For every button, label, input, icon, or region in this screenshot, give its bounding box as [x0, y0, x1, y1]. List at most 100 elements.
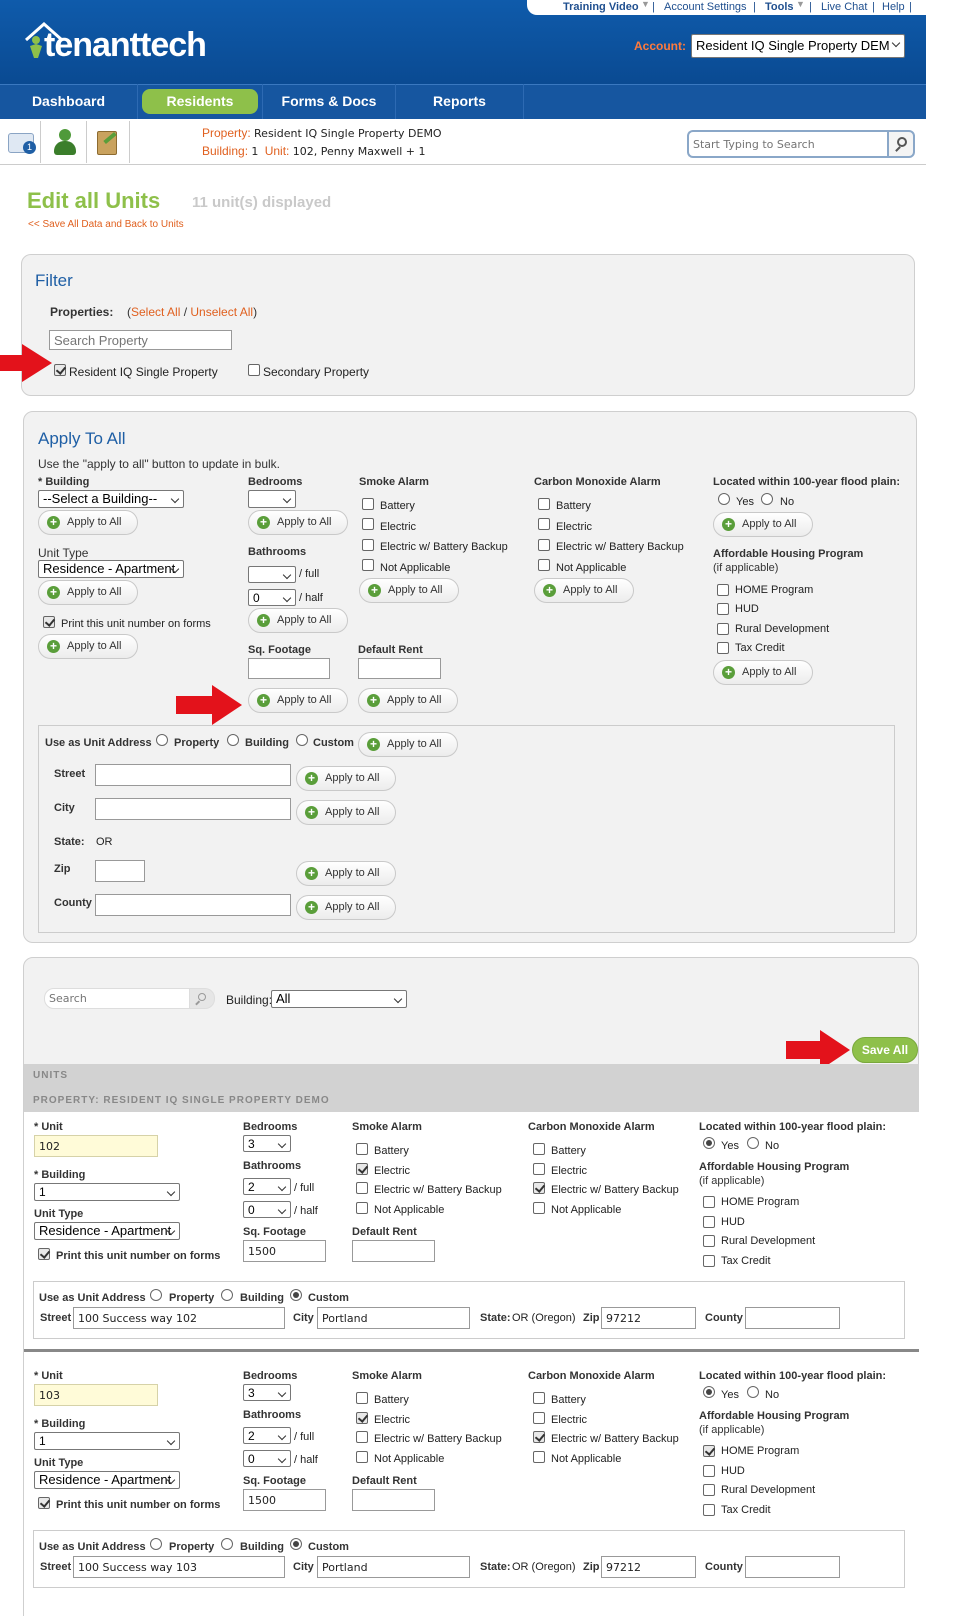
addr-custom-radio[interactable] [296, 734, 308, 746]
account-select[interactable]: Resident IQ Single Property DEM [691, 34, 905, 58]
co-electric-checkbox[interactable] [538, 518, 550, 530]
smoke-battery-checkbox[interactable] [362, 498, 374, 510]
ahp-option-checkbox[interactable] [703, 1445, 715, 1457]
training-video-link[interactable]: Training Video [563, 1, 639, 13]
flood-no-radio[interactable] [747, 1386, 759, 1398]
co-option-checkbox[interactable] [533, 1162, 545, 1175]
county-input[interactable] [95, 894, 291, 916]
property-checkbox-secondary[interactable] [248, 364, 260, 376]
messages-icon[interactable]: 1 [8, 133, 36, 154]
county-input[interactable] [745, 1556, 840, 1578]
addr-property-radio[interactable] [156, 734, 168, 746]
city-input[interactable] [317, 1307, 470, 1329]
ahp-option-checkbox[interactable] [703, 1215, 715, 1228]
apply-address-mode-button[interactable]: + Apply to All [358, 732, 458, 757]
bedrooms-select[interactable] [248, 490, 296, 508]
bathrooms-half-select[interactable]: 0 [243, 1201, 291, 1218]
flood-yes-radio[interactable] [703, 1386, 715, 1398]
addr-mode-radio[interactable] [221, 1289, 233, 1301]
bedrooms-select[interactable]: 3 [243, 1384, 291, 1401]
addr-mode-radio[interactable] [221, 1538, 233, 1550]
apply-rent-button[interactable]: + Apply to All [358, 688, 458, 713]
sqft-input[interactable] [243, 1240, 326, 1262]
bathrooms-full-select[interactable]: 2 [243, 1178, 291, 1195]
apply-flood-button[interactable]: + Apply to All [713, 512, 813, 537]
residents-icon[interactable] [52, 129, 78, 157]
unit-type-select[interactable]: Residence - Apartment [38, 560, 184, 578]
smoke-option-checkbox[interactable] [356, 1411, 368, 1424]
apply-street-button[interactable]: + Apply to All [296, 766, 396, 791]
tab-reports[interactable]: Reports [396, 84, 524, 119]
addr-mode-radio[interactable] [150, 1538, 162, 1550]
default-rent-input[interactable] [352, 1240, 435, 1262]
co-backup-checkbox[interactable] [538, 539, 550, 551]
apply-print-button[interactable]: + Apply to All [38, 634, 138, 659]
county-input[interactable] [745, 1307, 840, 1329]
units-building-filter-select[interactable]: All [271, 990, 407, 1008]
apply-zip-button[interactable]: + Apply to All [296, 861, 396, 886]
property-checkbox-resident-iq[interactable] [54, 364, 66, 376]
apply-smoke-button[interactable]: + Apply to All [359, 578, 459, 603]
building-select[interactable]: --Select a Building-- [38, 490, 184, 508]
unit-number-input[interactable] [34, 1384, 158, 1406]
street-input[interactable] [73, 1556, 285, 1578]
street-input[interactable] [95, 764, 291, 786]
save-all-button[interactable]: Save All [852, 1037, 918, 1063]
addr-building-radio[interactable] [227, 734, 239, 746]
zip-input[interactable] [601, 1556, 696, 1578]
ahp-rural-checkbox[interactable] [717, 623, 729, 635]
tab-dashboard[interactable]: Dashboard [0, 84, 138, 119]
bathrooms-full-select[interactable]: 2 [243, 1427, 291, 1444]
co-option-checkbox[interactable] [533, 1392, 545, 1404]
smoke-option-checkbox[interactable] [356, 1392, 368, 1404]
sqft-input[interactable] [243, 1489, 326, 1511]
tenanttech-logo[interactable]: tenanttech [22, 18, 232, 68]
smoke-option-checkbox[interactable] [356, 1201, 368, 1214]
global-search-input[interactable] [687, 130, 888, 158]
apply-ahp-button[interactable]: + Apply to All [713, 660, 813, 685]
search-icon[interactable] [887, 130, 915, 158]
print-unit-checkbox[interactable] [43, 616, 55, 628]
back-to-units-link[interactable]: << Save All Data and Back to Units [28, 219, 184, 230]
ahp-option-checkbox[interactable] [703, 1254, 715, 1267]
addr-mode-radio[interactable] [290, 1538, 302, 1550]
default-rent-input[interactable] [358, 658, 441, 679]
co-battery-checkbox[interactable] [538, 498, 550, 510]
city-input[interactable] [317, 1556, 470, 1578]
select-all-link[interactable]: Select All [131, 305, 180, 319]
building-select[interactable]: 1 [34, 1183, 180, 1201]
apply-county-button[interactable]: + Apply to All [296, 895, 396, 920]
smoke-option-checkbox[interactable] [356, 1162, 368, 1175]
ahp-option-checkbox[interactable] [703, 1484, 715, 1496]
smoke-option-checkbox[interactable] [356, 1143, 368, 1155]
ahp-option-checkbox[interactable] [703, 1464, 715, 1477]
flood-yes-radio[interactable] [703, 1137, 715, 1149]
unselect-all-link[interactable]: Unselect All [190, 305, 253, 319]
help-link[interactable]: Help [882, 1, 905, 13]
ahp-option-checkbox[interactable] [703, 1196, 715, 1208]
property-search-input[interactable] [49, 330, 232, 350]
ahp-home-checkbox[interactable] [717, 584, 729, 596]
sqft-input[interactable] [248, 658, 330, 679]
apply-bedrooms-button[interactable]: + Apply to All [248, 510, 348, 535]
co-option-checkbox[interactable] [533, 1143, 545, 1155]
zip-input[interactable] [95, 860, 145, 882]
bedrooms-select[interactable]: 3 [243, 1135, 291, 1152]
apply-bathrooms-button[interactable]: + Apply to All [248, 608, 348, 633]
tools-link[interactable]: Tools [765, 1, 794, 13]
notes-edit-icon[interactable] [97, 131, 117, 155]
apply-city-button[interactable]: + Apply to All [296, 800, 396, 825]
co-option-checkbox[interactable] [533, 1201, 545, 1214]
unit-number-input[interactable] [34, 1135, 158, 1157]
co-option-checkbox[interactable] [533, 1411, 545, 1424]
apply-building-button[interactable]: + Apply to All [38, 510, 138, 535]
street-input[interactable] [73, 1307, 285, 1329]
print-unit-checkbox[interactable] [38, 1497, 50, 1509]
ahp-hud-checkbox[interactable] [717, 603, 729, 615]
ahp-option-checkbox[interactable] [703, 1235, 715, 1247]
apply-unit-type-button[interactable]: + Apply to All [38, 580, 138, 605]
smoke-option-checkbox[interactable] [356, 1431, 368, 1443]
bathrooms-full-select[interactable] [248, 566, 296, 583]
addr-mode-radio[interactable] [150, 1289, 162, 1301]
smoke-option-checkbox[interactable] [356, 1182, 368, 1194]
